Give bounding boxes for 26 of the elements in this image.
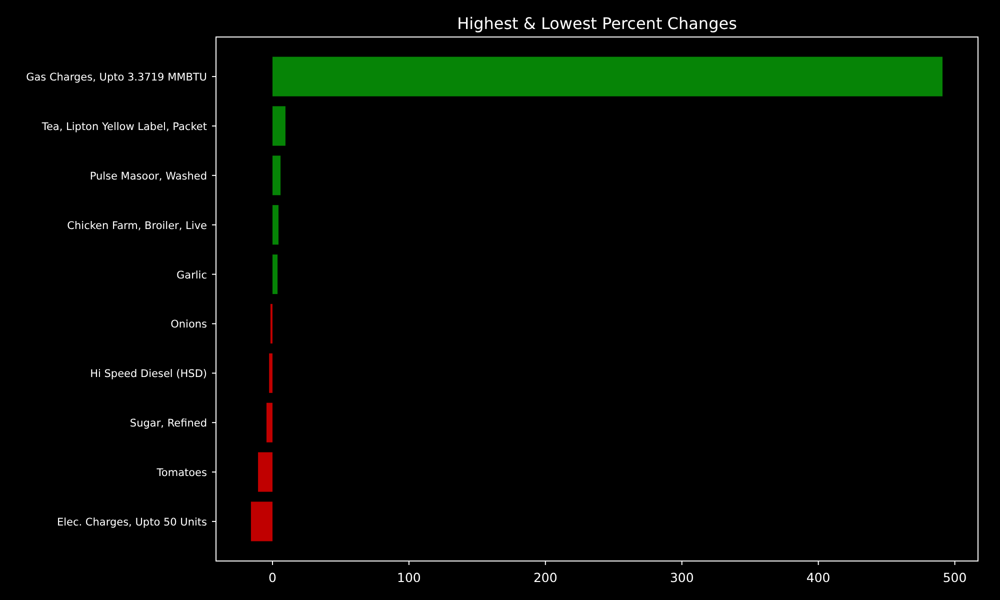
category-label: Garlic (176, 269, 207, 282)
bar (272, 205, 278, 245)
category-label: Chicken Farm, Broiler, Live (67, 220, 207, 232)
tick-label: 400 (806, 570, 830, 585)
category-label: Hi Speed Diesel (HSD) (90, 368, 207, 380)
category-label: Onions (170, 318, 207, 331)
bar (272, 156, 281, 196)
category-label: Tomatoes (156, 467, 207, 480)
bar (272, 106, 286, 146)
category-label: Pulse Masoor, Washed (90, 170, 207, 182)
bar (270, 304, 272, 344)
category-label: Elec. Charges, Upto 50 Units (56, 516, 207, 528)
bar (269, 353, 272, 393)
chart-title: Highest & Lowest Percent Changes (457, 14, 737, 33)
tick-label: 200 (534, 570, 558, 585)
category-label: Gas Charges, Upto 3.3719 MMBTU (26, 72, 207, 84)
bar (272, 254, 278, 294)
bar (250, 502, 272, 542)
bar (266, 402, 272, 442)
tick-label: 0 (268, 570, 276, 585)
category-label: Tea, Lipton Yellow Label, Packet (42, 120, 207, 133)
tick-label: 100 (397, 570, 421, 585)
tick-label: 300 (670, 570, 694, 585)
category-label: Sugar, Refined (130, 418, 207, 430)
tick-label: 500 (942, 570, 967, 585)
bar (258, 452, 272, 492)
